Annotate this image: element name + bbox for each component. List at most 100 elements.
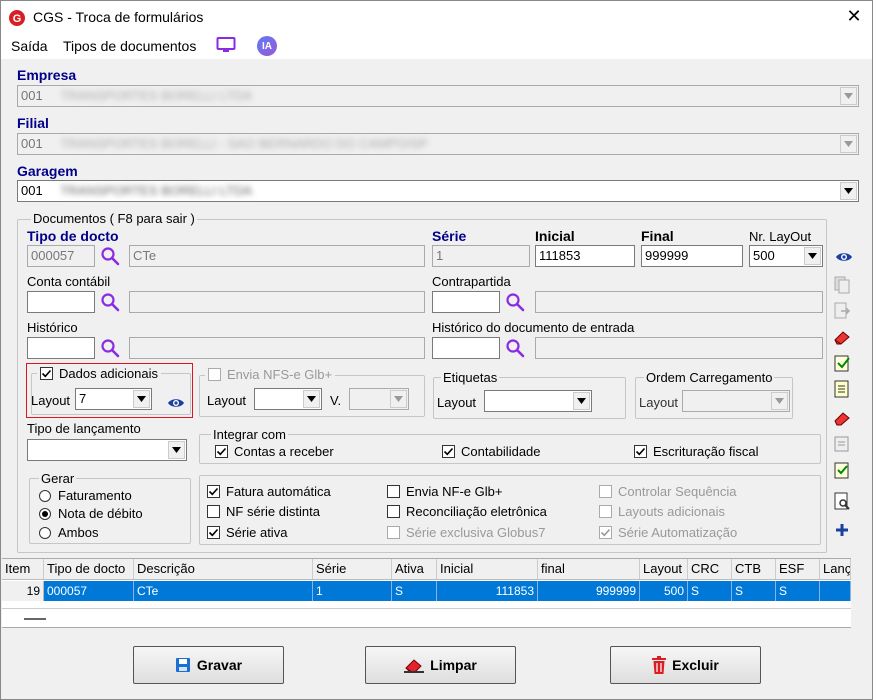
serie-automatizacao-checkbox[interactable]: Série Automatização [599, 525, 737, 540]
reconciliacao-checkbox[interactable]: Reconciliação eletrônica [387, 504, 547, 519]
search-icon[interactable] [505, 338, 525, 358]
serie-field[interactable]: 1 [432, 245, 530, 267]
col-header[interactable]: ESF [776, 559, 820, 579]
preview-icon[interactable] [830, 489, 854, 513]
garagem-label: Garagem [17, 163, 78, 179]
filial-dropdown-button[interactable] [840, 135, 857, 153]
table-cell-item: 19 [2, 581, 44, 601]
col-header[interactable]: Inicial [437, 559, 538, 579]
envia-nfse-v-select[interactable] [349, 388, 409, 410]
stack-icon[interactable] [830, 406, 854, 430]
col-header[interactable]: Descrição [134, 559, 313, 579]
menu-saida[interactable]: Saída [11, 38, 48, 54]
col-header[interactable]: Série [313, 559, 392, 579]
ordem-carregamento-layout-select[interactable] [682, 390, 790, 412]
etiquetas-layout-select[interactable] [484, 390, 592, 412]
tipo-lancamento-select[interactable] [27, 439, 187, 461]
garagem-dropdown-button[interactable] [840, 182, 857, 200]
final-field[interactable]: 999999 [641, 245, 743, 267]
limpar-button[interactable]: Limpar [365, 646, 516, 684]
tipo-lancamento-dropdown-button[interactable] [168, 441, 185, 459]
gravar-label: Gravar [196, 657, 243, 673]
envia-nfse-v-dropdown[interactable] [390, 390, 407, 408]
envia-nfe-checkbox[interactable]: Envia NF-e Glb+ [387, 484, 502, 499]
historico-code-field[interactable] [27, 337, 95, 359]
dados-adicionais-dropdown-button[interactable] [133, 390, 150, 408]
conta-contabil-desc-field[interactable] [129, 291, 425, 313]
faturamento-radio[interactable]: Faturamento [39, 488, 132, 503]
contabilidade-checkbox[interactable]: Contabilidade [442, 444, 541, 459]
fatura-automatica-checkbox[interactable]: Fatura automática [207, 484, 331, 499]
ia-icon[interactable]: IA [257, 36, 277, 56]
contas-receber-checkbox[interactable]: Contas a receber [215, 444, 334, 459]
envia-nfse-label: Envia NFS-e Glb+ [227, 367, 333, 382]
gravar-button[interactable]: Gravar [133, 646, 284, 684]
tipo-docto-code-field[interactable]: 000057 [27, 245, 95, 267]
nr-layout-dropdown-button[interactable] [804, 247, 821, 265]
col-header[interactable]: Ativa [392, 559, 437, 579]
dados-adicionais-checkbox[interactable]: Dados adicionais [37, 366, 162, 381]
ordem-carregamento-dropdown-button[interactable] [771, 392, 788, 410]
close-button[interactable]: ✕ [844, 6, 864, 27]
document-list-icon[interactable] [830, 377, 854, 401]
notes-icon[interactable] [830, 432, 854, 456]
table-cell-layout: 500 [640, 581, 688, 601]
col-header[interactable]: CTB [732, 559, 776, 579]
chevron-down-icon [394, 396, 403, 402]
monitor-icon[interactable] [216, 36, 236, 54]
garagem-name: TRANSPORTES BORELLI LTDA [60, 183, 253, 198]
filial-select[interactable]: 001 TRANSPORTES BORELLI - SAO BERNARDO D… [17, 133, 859, 155]
eye-icon[interactable] [835, 251, 853, 263]
search-icon[interactable] [100, 338, 120, 358]
nf-serie-distinta-checkbox[interactable]: NF série distinta [207, 504, 320, 519]
empresa-dropdown-button[interactable] [840, 87, 857, 105]
tipo-docto-desc-field[interactable]: CTe [129, 245, 425, 267]
serie-exclusiva-checkbox[interactable]: Série exclusiva Globus7 [387, 525, 545, 540]
envia-nfse-layout-dropdown[interactable] [303, 390, 320, 408]
layouts-adicionais-checkbox[interactable]: Layouts adicionais [599, 504, 725, 519]
search-icon[interactable] [505, 292, 525, 312]
conta-contabil-code-field[interactable] [27, 291, 95, 313]
historico-entrada-desc-field[interactable] [535, 337, 823, 359]
empresa-select[interactable]: 001 TRANSPORTES BORELLI LTDA [17, 85, 859, 107]
historico-entrada-code-field[interactable] [432, 337, 500, 359]
nr-layout-select[interactable]: 500 [749, 245, 823, 267]
historico-desc-field[interactable] [129, 337, 425, 359]
col-header[interactable]: Layout [640, 559, 688, 579]
edit-note-icon[interactable] [830, 351, 854, 375]
contrapartida-code-field[interactable] [432, 291, 500, 313]
nota-debito-radio[interactable]: Nota de débito [39, 506, 143, 521]
checklist-icon[interactable] [830, 458, 854, 482]
dados-adicionais-layout-select[interactable]: 7 [75, 388, 152, 410]
contrapartida-desc-field[interactable] [535, 291, 823, 313]
envia-nfse-layout-select[interactable] [254, 388, 322, 410]
col-header[interactable]: Tipo de docto [44, 559, 134, 579]
garagem-select[interactable]: 001 TRANSPORTES BORELLI LTDA [17, 180, 859, 202]
eraser-icon[interactable] [830, 325, 854, 349]
copy-pages-icon[interactable] [830, 273, 854, 297]
serie-ativa-checkbox[interactable]: Série ativa [207, 525, 287, 540]
controlar-sequencia-checkbox[interactable]: Controlar Sequência [599, 484, 737, 499]
search-icon[interactable] [100, 292, 120, 312]
filial-label: Filial [17, 115, 49, 131]
escrituracao-checkbox[interactable]: Escrituração fiscal [634, 444, 758, 459]
col-header[interactable]: Lanç [820, 559, 851, 579]
col-header[interactable]: final [538, 559, 640, 579]
excluir-button[interactable]: Excluir [610, 646, 761, 684]
etiquetas-dropdown-button[interactable] [573, 392, 590, 410]
col-header[interactable]: Item [2, 559, 44, 579]
envia-nfse-checkbox[interactable]: Envia NFS-e Glb+ [205, 367, 336, 382]
eye-icon[interactable] [167, 397, 185, 409]
add-icon[interactable] [830, 518, 854, 542]
envia-nfse-v-label: V. [330, 393, 342, 408]
envia-nfse-layout-label: Layout [207, 393, 247, 408]
col-header[interactable]: CRC [688, 559, 732, 579]
ambos-radio[interactable]: Ambos [39, 525, 98, 540]
export-page-icon[interactable] [830, 299, 854, 323]
menu-tipos-documentos[interactable]: Tipos de documentos [63, 38, 196, 54]
scroll-indicator[interactable] [24, 618, 46, 620]
search-icon[interactable] [100, 246, 120, 266]
eraser-icon [404, 659, 425, 673]
documents-table: Item Tipo de docto Descrição Série Ativa… [2, 558, 851, 628]
inicial-field[interactable]: 111853 [535, 245, 635, 267]
